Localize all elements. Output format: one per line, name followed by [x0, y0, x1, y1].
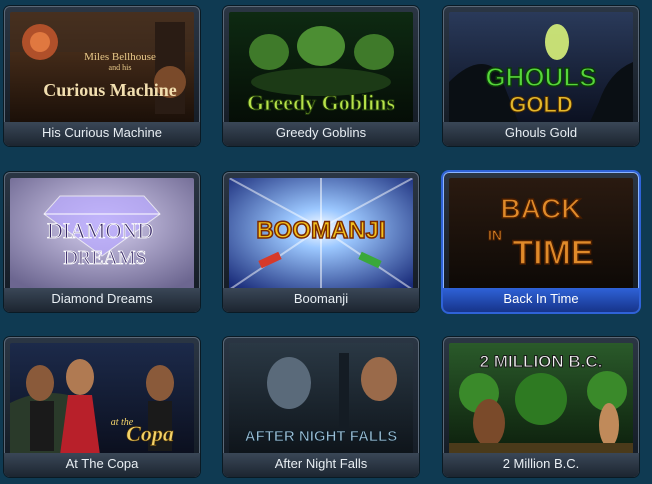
logo-line-3: Curious Machine — [43, 80, 177, 100]
ghouls-gold-art: GHOULS GOLD — [449, 12, 633, 124]
game-tile-greedy-goblins[interactable]: Greedy Goblins Greedy Goblins — [223, 6, 419, 146]
game-title: Boomanji — [223, 288, 419, 312]
curious-machine-art: Miles Bellhouse and his Curious Machine — [10, 12, 194, 124]
after-night-falls-art: AFTER NIGHT FALLS — [229, 343, 413, 455]
game-tile-boomanji[interactable]: BOOMANJI Boomanji — [223, 172, 419, 312]
game-title: 2 Million B.C. — [443, 453, 639, 477]
game-thumbnail: Miles Bellhouse and his Curious Machine — [10, 12, 194, 124]
game-title: After Night Falls — [223, 453, 419, 477]
game-thumbnail: AFTER NIGHT FALLS — [229, 343, 413, 455]
game-thumbnail: at the Copa — [10, 343, 194, 455]
logo-line-1: BOOMANJI — [256, 217, 385, 244]
game-tile-2-million-bc[interactable]: 2 MILLION B.C. 2 Million B.C. — [443, 337, 639, 477]
logo-line-2: IN — [488, 227, 502, 243]
logo-line-1: DIAMOND — [47, 218, 153, 243]
logo-line-2: GOLD — [509, 92, 573, 117]
game-thumbnail: DIAMOND DREAMS — [10, 178, 194, 290]
game-tile-after-night-falls[interactable]: AFTER NIGHT FALLS After Night Falls — [223, 337, 419, 477]
logo-line-1: BACK — [501, 193, 582, 224]
game-tile-at-the-copa[interactable]: at the Copa At The Copa — [4, 337, 200, 477]
game-thumbnail: BACK IN TIME — [449, 178, 633, 290]
2-million-bc-art: 2 MILLION B.C. — [449, 343, 633, 455]
logo-line-1: GHOULS — [485, 62, 596, 92]
back-in-time-art: BACK IN TIME — [449, 178, 633, 290]
logo-line-2: DREAMS — [63, 247, 146, 269]
game-tile-ghouls-gold[interactable]: GHOULS GOLD Ghouls Gold — [443, 6, 639, 146]
game-tile-his-curious-machine[interactable]: Miles Bellhouse and his Curious Machine … — [4, 6, 200, 146]
game-title: Diamond Dreams — [4, 288, 200, 312]
diamond-dreams-art: DIAMOND DREAMS — [10, 178, 194, 290]
game-thumbnail: GHOULS GOLD — [449, 12, 633, 124]
game-title: Ghouls Gold — [443, 122, 639, 146]
logo-line-1: 2 MILLION B.C. — [480, 352, 603, 371]
logo-line-1: Greedy Goblins — [247, 90, 396, 115]
game-title: At The Copa — [4, 453, 200, 477]
logo-line-1: Miles Bellhouse — [84, 51, 156, 63]
logo-line-3: TIME — [512, 234, 593, 272]
logo-line-2: and his — [109, 63, 132, 72]
game-grid: Miles Bellhouse and his Curious Machine … — [0, 0, 652, 484]
game-title: Greedy Goblins — [223, 122, 419, 146]
game-tile-diamond-dreams[interactable]: DIAMOND DREAMS Diamond Dreams — [4, 172, 200, 312]
at-the-copa-art: at the Copa — [10, 343, 194, 455]
logo-line-2: Copa — [126, 421, 174, 446]
game-title: Back In Time — [443, 288, 639, 312]
game-thumbnail: Greedy Goblins — [229, 12, 413, 124]
game-thumbnail: 2 MILLION B.C. — [449, 343, 633, 455]
logo-line-1: AFTER NIGHT FALLS — [245, 428, 398, 445]
game-title: His Curious Machine — [4, 122, 200, 146]
game-tile-back-in-time[interactable]: BACK IN TIME Back In Time — [443, 172, 639, 312]
game-thumbnail: BOOMANJI — [229, 178, 413, 290]
boomanji-art: BOOMANJI — [229, 178, 413, 290]
greedy-goblins-art: Greedy Goblins — [229, 12, 413, 124]
